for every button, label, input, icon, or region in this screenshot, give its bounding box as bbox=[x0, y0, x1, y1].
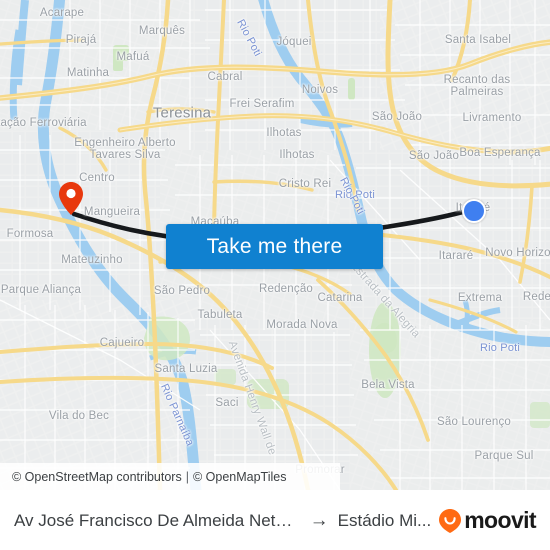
route-destination-label: Estádio Mi... bbox=[337, 510, 432, 530]
moovit-logo-icon[interactable]: moovit bbox=[439, 507, 537, 534]
moovit-wordmark: moovit bbox=[464, 507, 536, 533]
route-summary: Av José Francisco De Almeida Neto,... → … bbox=[14, 510, 431, 532]
map-pin-icon[interactable] bbox=[59, 182, 83, 215]
map-canvas[interactable]: Acarape Pirajá Marquês Jóquei Santa Isabel Ma… bbox=[0, 0, 550, 490]
location-dot-icon[interactable] bbox=[462, 199, 486, 223]
attribution-maptiles[interactable]: © OpenMapTiles bbox=[193, 470, 287, 484]
route-origin-label: Av José Francisco De Almeida Neto,... bbox=[14, 510, 301, 530]
map-attribution: © OpenStreetMap contributors | © OpenMap… bbox=[0, 463, 340, 490]
moovit-map-widget: Acarape Pirajá Marquês Jóquei Santa Isabel Ma… bbox=[0, 0, 550, 550]
attribution-osm[interactable]: © OpenStreetMap contributors bbox=[12, 470, 182, 484]
moovit-pin-glyph bbox=[439, 508, 462, 533]
take-me-there-button[interactable]: Take me there bbox=[166, 224, 383, 269]
arrow-right-icon: → bbox=[309, 509, 329, 531]
attribution-separator: | bbox=[185, 469, 189, 484]
route-footer: Av José Francisco De Almeida Neto,... → … bbox=[0, 490, 550, 550]
